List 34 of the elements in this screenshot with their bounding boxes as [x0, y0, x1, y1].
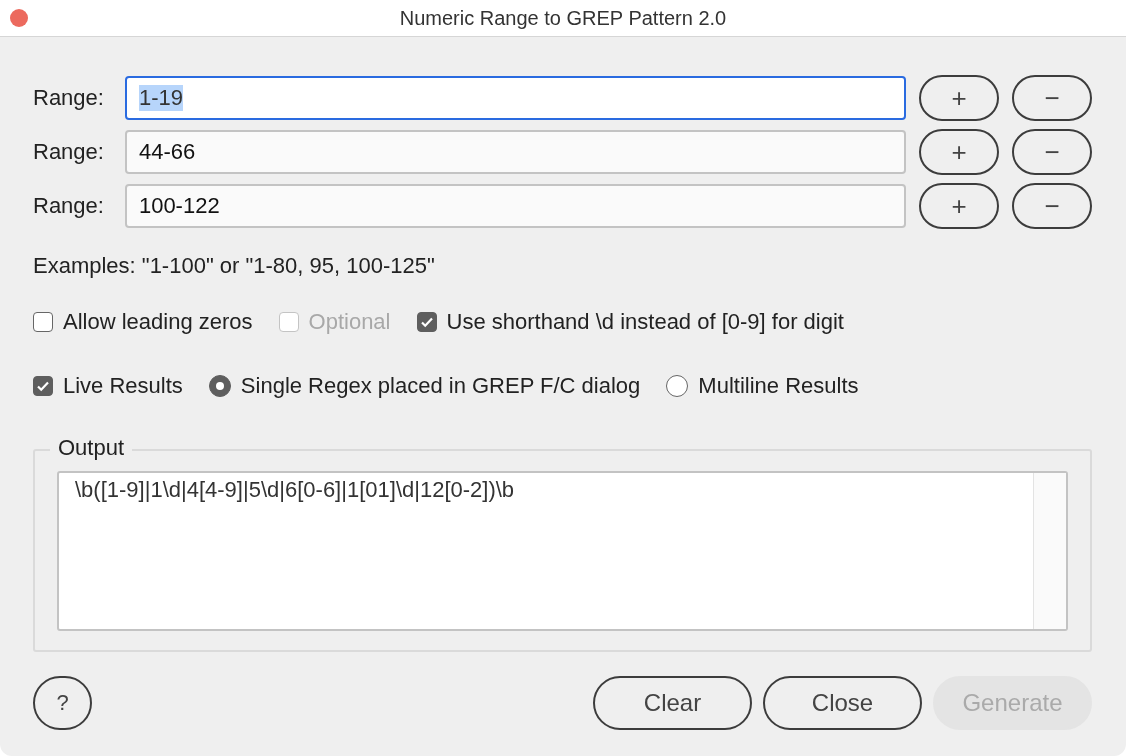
output-field[interactable]: \b([1-9]|1\d|4[4-9]|5\d|6[0-6]|1[01]\d|12[0-2])\b: [57, 471, 1068, 631]
output-text: \b([1-9]|1\d|4[4-9]|5\d|6[0-6]|1[01]\d|12[0-2])\b: [74, 476, 516, 504]
range-field[interactable]: 100-122: [124, 184, 907, 228]
range-label: Range:: [33, 85, 105, 111]
range-field[interactable]: 1-19: [124, 76, 907, 120]
option-label: Use shorthand \d instead of [0-9] for digit: [446, 309, 844, 335]
radio-button[interactable]: [208, 375, 231, 397]
remove-button[interactable]: −: [1012, 129, 1092, 175]
scrollbar-track[interactable]: [1033, 473, 1066, 629]
option-label: Single Regex placed in GREP F/C dialog: [240, 373, 641, 399]
range-label: Range:: [33, 193, 105, 219]
add-button[interactable]: +: [919, 183, 1000, 229]
option-label: Live Results: [63, 373, 183, 399]
checkbox[interactable]: [33, 312, 53, 332]
close-icon[interactable]: [10, 9, 28, 27]
option-label: Allow leading zeros: [63, 309, 253, 335]
radio-button[interactable]: [666, 375, 689, 397]
checkbox[interactable]: [416, 312, 437, 332]
window-title: Numeric Range to GREP Pattern 2.0: [399, 6, 727, 30]
range-label: Range:: [33, 139, 105, 165]
close-button[interactable]: Close: [763, 676, 922, 730]
checkmark-icon: [419, 315, 434, 329]
help-button[interactable]: ?: [33, 676, 92, 730]
add-button[interactable]: +: [919, 129, 1000, 175]
examples-text: Examples: "1-100" or "1-80, 95, 100-125": [33, 253, 436, 279]
checkbox[interactable]: [33, 376, 53, 396]
option-label: Multiline Results: [698, 373, 859, 399]
range-field[interactable]: 44-66: [124, 130, 907, 174]
remove-button[interactable]: −: [1012, 75, 1092, 121]
option-label: Optional: [308, 309, 391, 335]
clear-button[interactable]: Clear: [593, 676, 752, 730]
checkmark-icon: [36, 379, 50, 393]
remove-button[interactable]: −: [1012, 183, 1092, 229]
add-button[interactable]: +: [919, 75, 1000, 121]
